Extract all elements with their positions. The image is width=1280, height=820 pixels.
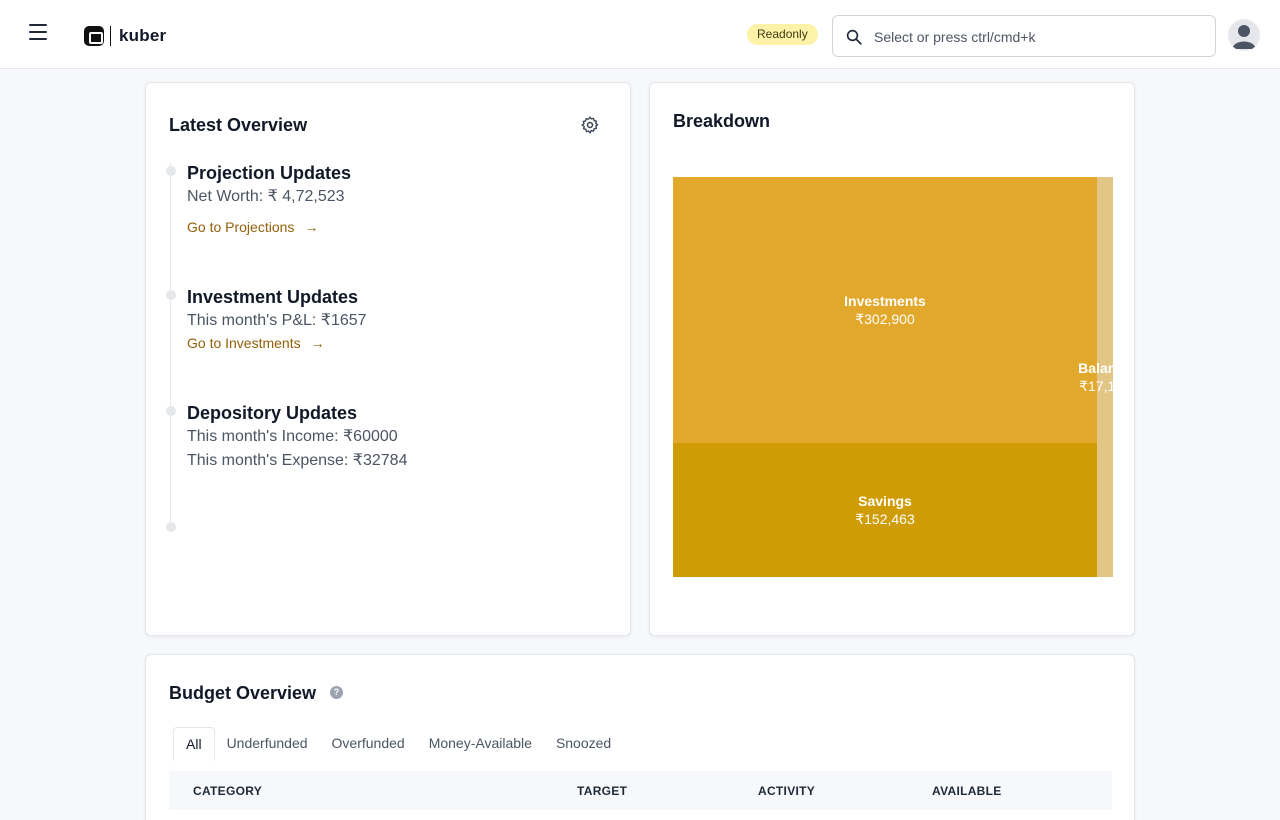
column-header-category[interactable]: CATEGORY: [193, 784, 262, 798]
column-header-available[interactable]: AVAILABLE: [932, 784, 1002, 798]
treemap-tile-balance[interactable]: Balance ₹17,160: [1078, 177, 1132, 577]
treemap-value: ₹302,900: [855, 311, 915, 327]
expense-text: This month's Expense: ₹32784: [187, 452, 408, 469]
tab-all[interactable]: All: [173, 727, 215, 761]
budget-table-header: CATEGORY TARGET ACTIVITY AVAILABLE: [169, 771, 1112, 810]
latest-overview-card: Latest Overview Projection Updates Net W…: [145, 82, 631, 636]
treemap-tile-investments[interactable]: Investments ₹302,900: [673, 177, 1097, 443]
overview-title: Latest Overview: [169, 115, 308, 135]
treemap-label: Investments: [844, 293, 926, 309]
user-icon: [1232, 25, 1256, 49]
timeline-dot: [166, 522, 176, 532]
user-avatar[interactable]: [1228, 19, 1260, 51]
search-input[interactable]: Select or press ctrl/cmd+k: [832, 15, 1216, 57]
tab-snoozed[interactable]: Snoozed: [544, 727, 623, 761]
app-logo[interactable]: kuber: [84, 24, 166, 48]
treemap-value: ₹152,463: [855, 511, 915, 527]
readonly-badge: Readonly: [747, 24, 818, 45]
breakdown-card: Breakdown Investments ₹302,900 Savings ₹152…: [649, 82, 1135, 636]
logo-icon: [84, 26, 104, 46]
menu-icon[interactable]: [28, 24, 48, 44]
investment-updates-title: Investment Updates: [187, 287, 359, 307]
search-placeholder: Select or press ctrl/cmd+k: [874, 29, 1036, 45]
column-header-target[interactable]: TARGET: [577, 784, 627, 798]
arrow-right-icon: →: [310, 335, 325, 351]
tab-underfunded[interactable]: Underfunded: [215, 727, 320, 761]
projection-updates-title: Projection Updates: [187, 163, 352, 183]
breakdown-title: Breakdown: [673, 111, 771, 131]
pnl-text: This month's P&L: ₹1657: [187, 312, 367, 329]
tab-money-available[interactable]: Money-Available: [417, 727, 544, 761]
income-text: This month's Income: ₹60000: [187, 428, 398, 445]
treemap-tile-savings[interactable]: Savings ₹152,463: [673, 443, 1097, 577]
settings-gear-icon[interactable]: [580, 115, 600, 135]
search-icon: [846, 29, 862, 45]
treemap-value: ₹17,160: [1079, 378, 1131, 394]
timeline-dot: [166, 290, 176, 300]
timeline-dot: [166, 406, 176, 416]
tab-overfunded[interactable]: Overfunded: [320, 727, 417, 761]
net-worth-text: Net Worth: ₹ 4,72,523: [187, 188, 345, 205]
projection-updates: Projection Updates Net Worth: ₹ 4,72,523…: [187, 161, 351, 237]
depository-updates-title: Depository Updates: [187, 403, 358, 423]
help-icon[interactable]: ?: [330, 686, 343, 699]
timeline-line: [170, 163, 171, 523]
budget-tabs: All Underfunded Overfunded Money-Availab…: [173, 727, 623, 761]
budget-overview-card: Budget Overview ? All Underfunded Overfu…: [145, 654, 1135, 820]
arrow-right-icon: →: [304, 219, 319, 235]
treemap-label: Savings: [858, 493, 912, 509]
logo-text: kuber: [119, 26, 167, 45]
app-header: kuber Readonly Select or press ctrl/cmd+…: [0, 0, 1280, 69]
budget-title: Budget Overview: [169, 683, 317, 703]
treemap-label: Balance: [1078, 360, 1132, 376]
investment-updates: Investment Updates This month's P&L: ₹16…: [187, 285, 367, 353]
go-to-projections-link[interactable]: Go to Projections →: [187, 219, 318, 235]
depository-updates: Depository Updates This month's Income: …: [187, 401, 407, 473]
go-to-investments-link[interactable]: Go to Investments →: [187, 335, 325, 351]
breakdown-treemap: Investments ₹302,900 Savings ₹152,463 Balanc…: [673, 177, 1132, 577]
timeline-dot: [166, 166, 176, 176]
column-header-activity[interactable]: ACTIVITY: [758, 784, 815, 798]
